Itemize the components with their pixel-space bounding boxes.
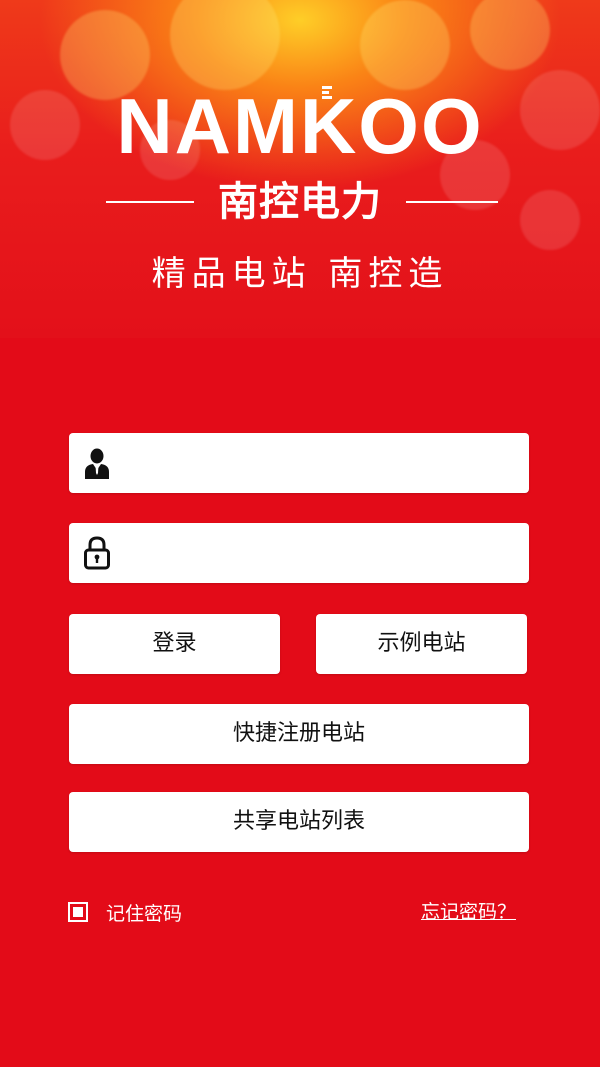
logo-text: NAMKOO: [116, 82, 484, 170]
password-field[interactable]: [69, 523, 529, 585]
password-input[interactable]: [125, 523, 519, 585]
bokeh-decoration: [170, 0, 280, 90]
remember-checkbox[interactable]: [68, 902, 88, 922]
slogan: 精品电站 南控造: [151, 254, 449, 294]
bokeh-decoration: [360, 0, 450, 90]
demo-station-button[interactable]: 示例电站: [316, 614, 527, 674]
username-field[interactable]: [69, 433, 529, 495]
user-icon: [83, 446, 111, 480]
lock-icon: [83, 536, 111, 570]
username-input[interactable]: [125, 433, 519, 495]
divider: [406, 201, 498, 203]
quick-register-button[interactable]: 快捷注册电站: [69, 704, 529, 764]
header-banner: NAMKOO 南控电力 精品电站 南控造: [0, 0, 600, 338]
remember-label: 记住密码: [106, 902, 183, 925]
login-button[interactable]: 登录: [69, 614, 280, 674]
brand-name: 南控电力: [218, 179, 382, 225]
brand-row: 南控电力: [0, 178, 600, 226]
shared-stations-button[interactable]: 共享电站列表: [69, 792, 529, 852]
logo: NAMKOO: [0, 86, 600, 166]
logo-bars-icon: [322, 86, 332, 100]
bokeh-decoration: [470, 0, 550, 70]
remember-password[interactable]: 记住密码: [68, 898, 182, 926]
divider: [106, 201, 194, 203]
forgot-password-link[interactable]: 忘记密码？: [421, 898, 516, 926]
